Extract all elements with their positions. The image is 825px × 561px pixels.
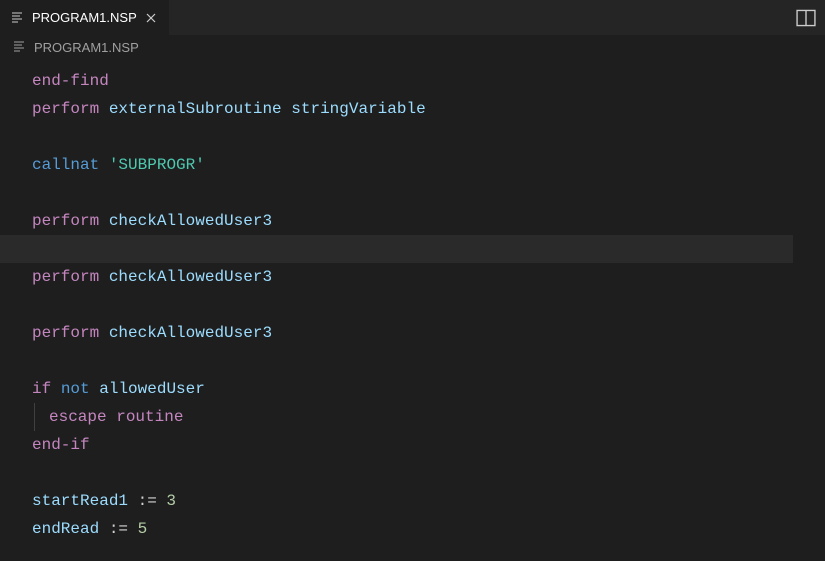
breadcrumb-label: PROGRAM1.NSP bbox=[34, 40, 139, 55]
code-line bbox=[32, 459, 825, 487]
code-line: callnat 'SUBPROGR' bbox=[32, 151, 825, 179]
code-line: end-find bbox=[32, 67, 825, 95]
cursor-line bbox=[0, 235, 793, 263]
code-line bbox=[32, 179, 825, 207]
code-line: perform checkAllowedUser3 bbox=[32, 319, 825, 347]
breadcrumb[interactable]: PROGRAM1.NSP bbox=[0, 35, 825, 59]
close-icon[interactable] bbox=[143, 10, 159, 26]
file-icon bbox=[12, 39, 28, 55]
code-line bbox=[32, 123, 825, 151]
code-line: endRead := 5 bbox=[32, 515, 825, 543]
editor-actions bbox=[795, 7, 825, 29]
code-line: escape routine bbox=[32, 403, 825, 431]
code-line: startRead1 := 3 bbox=[32, 487, 825, 515]
code-line bbox=[32, 347, 825, 375]
file-icon bbox=[10, 10, 26, 26]
tab-label: PROGRAM1.NSP bbox=[32, 10, 137, 25]
code-line bbox=[32, 291, 825, 319]
code-line: perform externalSubroutine stringVariabl… bbox=[32, 95, 825, 123]
code-line: perform checkAllowedUser3 bbox=[32, 263, 825, 291]
code-editor[interactable]: end-find perform externalSubroutine stri… bbox=[0, 59, 825, 543]
split-editor-icon[interactable] bbox=[795, 7, 817, 29]
code-line: perform checkAllowedUser3 bbox=[32, 207, 825, 235]
tab-bar: PROGRAM1.NSP bbox=[0, 0, 825, 35]
code-line: end-if bbox=[32, 431, 825, 459]
code-line: if not allowedUser bbox=[32, 375, 825, 403]
active-tab[interactable]: PROGRAM1.NSP bbox=[0, 0, 169, 35]
